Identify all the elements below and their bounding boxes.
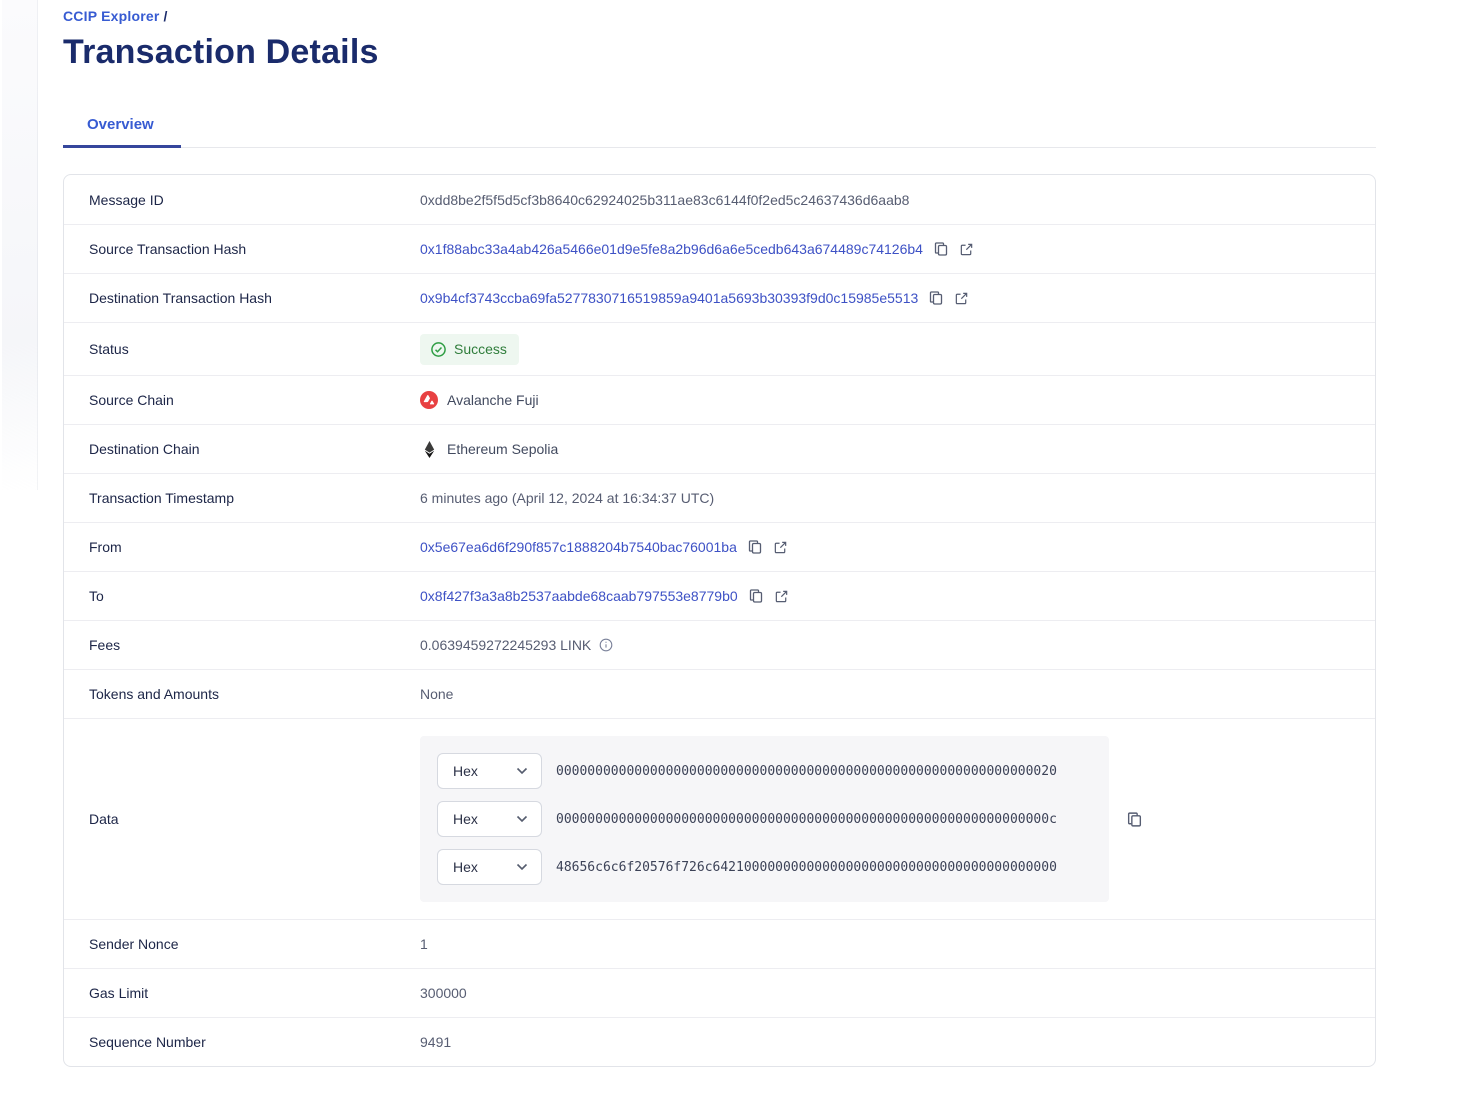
copy-button[interactable] xyxy=(748,588,764,604)
breadcrumb-ccip-explorer-link[interactable]: CCIP Explorer xyxy=(63,8,160,24)
row-to: To 0x8f427f3a3a8b2537aabde68caab797553e8… xyxy=(64,571,1375,620)
row-timestamp: Transaction Timestamp 6 minutes ago (Apr… xyxy=(64,473,1375,522)
avalanche-icon xyxy=(420,391,438,409)
message-id-value: 0xdd8be2f5f5d5cf3b8640c62924025b311ae83c… xyxy=(420,191,910,208)
row-source-chain: Source Chain Avalanche Fuji xyxy=(64,375,1375,424)
to-label: To xyxy=(89,588,104,604)
row-fees: Fees 0.0639459272245293 LINK xyxy=(64,620,1375,669)
copy-icon xyxy=(933,241,949,257)
sequence-number-value: 9491 xyxy=(420,1034,452,1050)
status-text: Success xyxy=(454,341,507,357)
data-format-select[interactable]: Hex xyxy=(437,801,542,837)
row-from: From 0x5e67ea6d6f290f857c1888204b7540bac… xyxy=(64,522,1375,571)
tab-overview[interactable]: Overview xyxy=(63,116,178,147)
copy-button[interactable] xyxy=(747,539,763,555)
data-format-select[interactable]: Hex xyxy=(437,849,542,885)
external-link-button[interactable] xyxy=(959,242,974,257)
data-line: Hex 000000000000000000000000000000000000… xyxy=(437,753,1092,789)
data-hex-value: 48656c6c6f20576f726c64210000000000000000… xyxy=(556,859,1057,875)
transaction-details-card: Message ID 0xdd8be2f5f5d5cf3b8640c629240… xyxy=(63,174,1376,1067)
row-dest-tx-hash: Destination Transaction Hash 0x9b4cf3743… xyxy=(64,273,1375,322)
data-panel: Hex 000000000000000000000000000000000000… xyxy=(420,736,1109,902)
copy-icon xyxy=(1126,811,1143,828)
external-link-icon xyxy=(959,242,974,257)
row-sender-nonce: Sender Nonce 1 xyxy=(64,919,1375,968)
dest-chain: Ethereum Sepolia xyxy=(420,440,559,458)
tab-active-indicator xyxy=(63,145,181,148)
tokens-value: None xyxy=(420,686,454,702)
gas-limit-label: Gas Limit xyxy=(89,985,149,1001)
fees-info-trigger[interactable] xyxy=(599,638,613,652)
tab-bar: Overview xyxy=(63,116,1376,148)
chevron-down-icon xyxy=(516,863,528,871)
tokens-label: Tokens and Amounts xyxy=(89,686,219,702)
dest-chain-name: Ethereum Sepolia xyxy=(447,441,559,457)
dest-tx-hash-label: Destination Transaction Hash xyxy=(89,290,272,306)
timestamp-label: Transaction Timestamp xyxy=(89,490,234,506)
status-badge: Success xyxy=(420,333,519,365)
external-link-button[interactable] xyxy=(954,291,969,306)
from-address-link[interactable]: 0x5e67ea6d6f290f857c1888204b7540bac76001… xyxy=(420,539,737,555)
row-tokens: Tokens and Amounts None xyxy=(64,669,1375,718)
row-source-tx-hash: Source Transaction Hash 0x1f88abc33a4ab4… xyxy=(64,224,1375,273)
data-format-value: Hex xyxy=(453,811,478,827)
external-link-icon xyxy=(773,540,788,555)
source-chain: Avalanche Fuji xyxy=(420,391,539,409)
fees-value: 0.0639459272245293 LINK xyxy=(420,637,592,653)
gas-limit-value: 300000 xyxy=(420,985,467,1001)
dest-chain-label: Destination Chain xyxy=(89,441,200,457)
external-link-button[interactable] xyxy=(774,589,789,604)
source-chain-label: Source Chain xyxy=(89,392,174,408)
source-tx-hash-link[interactable]: 0x1f88abc33a4ab426a5466e01d9e5fe8a2b96d6… xyxy=(420,241,923,257)
row-message-id: Message ID 0xdd8be2f5f5d5cf3b8640c629240… xyxy=(64,175,1375,224)
chevron-down-icon xyxy=(516,815,528,823)
page-title: Transaction Details xyxy=(63,33,379,71)
main-content: CCIP Explorer / Transaction Details Overv… xyxy=(63,0,1376,1067)
source-chain-name: Avalanche Fuji xyxy=(447,392,539,408)
external-link-button[interactable] xyxy=(773,540,788,555)
chevron-down-icon xyxy=(516,767,528,775)
row-gas-limit: Gas Limit 300000 xyxy=(64,968,1375,1017)
from-label: From xyxy=(89,539,122,555)
data-hex-value: 0000000000000000000000000000000000000000… xyxy=(556,811,1057,827)
ethereum-icon xyxy=(420,440,438,458)
row-sequence-number: Sequence Number 9491 xyxy=(64,1017,1375,1066)
info-icon xyxy=(599,638,613,652)
copy-data-button[interactable] xyxy=(1126,811,1143,828)
left-decoration xyxy=(2,0,38,490)
to-address-link[interactable]: 0x8f427f3a3a8b2537aabde68caab797553e8779… xyxy=(420,588,738,604)
message-id-label: Message ID xyxy=(89,191,164,208)
copy-button[interactable] xyxy=(928,290,944,306)
status-label: Status xyxy=(89,341,129,357)
data-format-value: Hex xyxy=(453,763,478,779)
sequence-number-label: Sequence Number xyxy=(89,1034,206,1050)
row-data: Data Hex 0000000000000000000000000000000… xyxy=(64,718,1375,919)
external-link-icon xyxy=(954,291,969,306)
data-label: Data xyxy=(89,811,119,827)
row-dest-chain: Destination Chain Ethereum Sepolia xyxy=(64,424,1375,473)
breadcrumb: CCIP Explorer / xyxy=(63,8,1376,24)
sender-nonce-label: Sender Nonce xyxy=(89,936,179,952)
copy-icon xyxy=(748,588,764,604)
dest-tx-hash-link[interactable]: 0x9b4cf3743ccba69fa5277830716519859a9401… xyxy=(420,290,918,306)
data-format-select[interactable]: Hex xyxy=(437,753,542,789)
copy-icon xyxy=(928,290,944,306)
external-link-icon xyxy=(774,589,789,604)
timestamp-value: 6 minutes ago (April 12, 2024 at 16:34:3… xyxy=(420,490,715,506)
data-format-value: Hex xyxy=(453,859,478,875)
data-line: Hex 000000000000000000000000000000000000… xyxy=(437,801,1092,837)
source-tx-hash-label: Source Transaction Hash xyxy=(89,241,247,257)
fees-label: Fees xyxy=(89,637,121,653)
data-line: Hex 48656c6c6f20576f726c6421000000000000… xyxy=(437,849,1092,885)
breadcrumb-separator: / xyxy=(163,8,168,24)
sender-nonce-value: 1 xyxy=(420,936,428,952)
copy-button[interactable] xyxy=(933,241,949,257)
data-hex-value: 0000000000000000000000000000000000000000… xyxy=(556,763,1057,779)
copy-icon xyxy=(747,539,763,555)
check-circle-icon xyxy=(430,341,447,358)
row-status: Status Success xyxy=(64,322,1375,375)
